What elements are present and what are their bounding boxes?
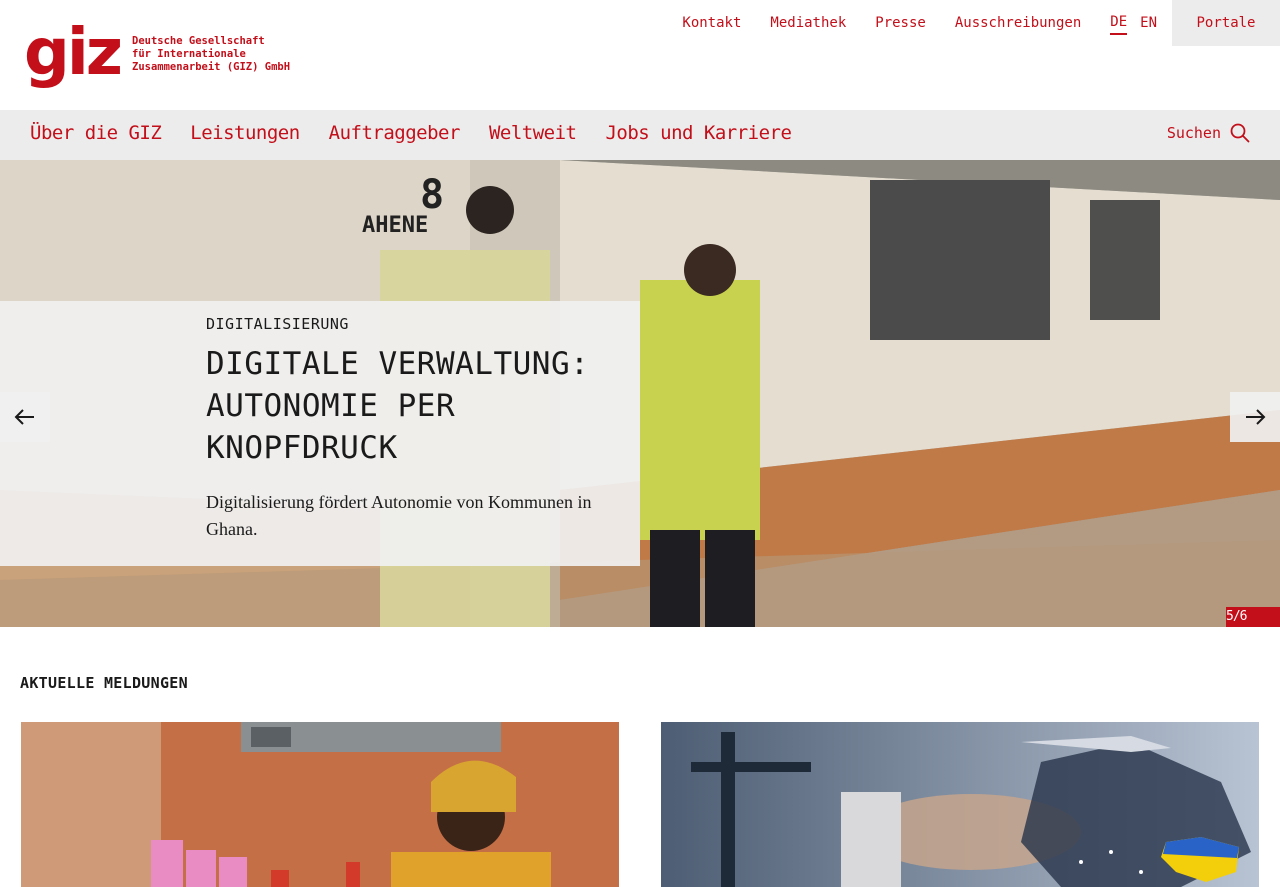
- logo-mark: giz: [24, 16, 123, 90]
- search-label: Suchen: [1166, 124, 1221, 142]
- nav-weltweit[interactable]: Weltweit: [489, 122, 577, 144]
- nav-leistungen[interactable]: Leistungen: [190, 122, 300, 144]
- hero-teaser: Digitalisierung fördert Autonomie von Ko…: [206, 492, 592, 539]
- wall-stencil-text: AHENE: [362, 213, 428, 238]
- news-card-1[interactable]: [21, 722, 619, 887]
- portale-button[interactable]: Portale: [1172, 0, 1280, 46]
- wall-number: 8: [420, 172, 444, 218]
- search-button[interactable]: Suchen: [1167, 123, 1250, 143]
- hero-caption[interactable]: DIGITALISIERUNG DIGITALE VERWALTUNG: AUT…: [0, 301, 640, 566]
- hero-slider: 8 AHENE DIGITALISIERUNG DIGITALE VERWALT…: [0, 160, 1280, 627]
- news-card-2-image: [661, 722, 1259, 887]
- hero-headline[interactable]: DIGITALE VERWALTUNG: AUTONOMIE PER KNOPF…: [206, 343, 614, 469]
- hero-kicker: DIGITALISIERUNG: [206, 315, 349, 333]
- link-kontakt[interactable]: Kontakt: [682, 15, 741, 31]
- site-header: giz Deutsche Gesellschaft für Internatio…: [0, 0, 1280, 110]
- slider-prev-button[interactable]: [0, 392, 50, 442]
- magnifier-icon: [1230, 123, 1250, 143]
- link-ausschreibungen[interactable]: Ausschreibungen: [955, 15, 1081, 31]
- giz-logo[interactable]: giz Deutsche Gesellschaft für Internatio…: [24, 16, 290, 90]
- language-de[interactable]: DE: [1110, 14, 1128, 35]
- service-navigation: Kontakt Mediathek Presse Ausschreibungen…: [682, 0, 1280, 46]
- logo-wordmark: Deutsche Gesellschaft für Internationale…: [132, 35, 290, 74]
- nav-auftraggeber[interactable]: Auftraggeber: [329, 122, 461, 144]
- link-presse[interactable]: Presse: [875, 15, 926, 31]
- arrow-left-icon: [14, 409, 34, 425]
- link-mediathek[interactable]: Mediathek: [770, 15, 846, 31]
- arrow-right-icon: [1246, 409, 1266, 425]
- main-navigation: Über die GIZ Leistungen Auftraggeber Wel…: [0, 110, 1280, 160]
- logo-line-3: Zusammenarbeit (GIZ) GmbH: [132, 61, 291, 73]
- nav-jobs-und-karriere[interactable]: Jobs und Karriere: [605, 122, 791, 144]
- slide-counter-text: 5/6: [1226, 609, 1248, 624]
- logo-line-2: für Internationale: [132, 48, 246, 60]
- news-card-2[interactable]: [661, 722, 1259, 887]
- slide-counter: 5/6: [1226, 607, 1280, 627]
- logo-line-1: Deutsche Gesellschaft: [132, 35, 265, 47]
- slider-next-button[interactable]: [1230, 392, 1280, 442]
- nav-ueber-die-giz[interactable]: Über die GIZ: [30, 122, 162, 144]
- main-nav-items: Über die GIZ Leistungen Auftraggeber Wel…: [30, 122, 820, 144]
- language-en[interactable]: EN: [1140, 15, 1157, 31]
- news-card-1-image: [21, 722, 619, 887]
- news-section-heading: AKTUELLE MELDUNGEN: [20, 674, 188, 692]
